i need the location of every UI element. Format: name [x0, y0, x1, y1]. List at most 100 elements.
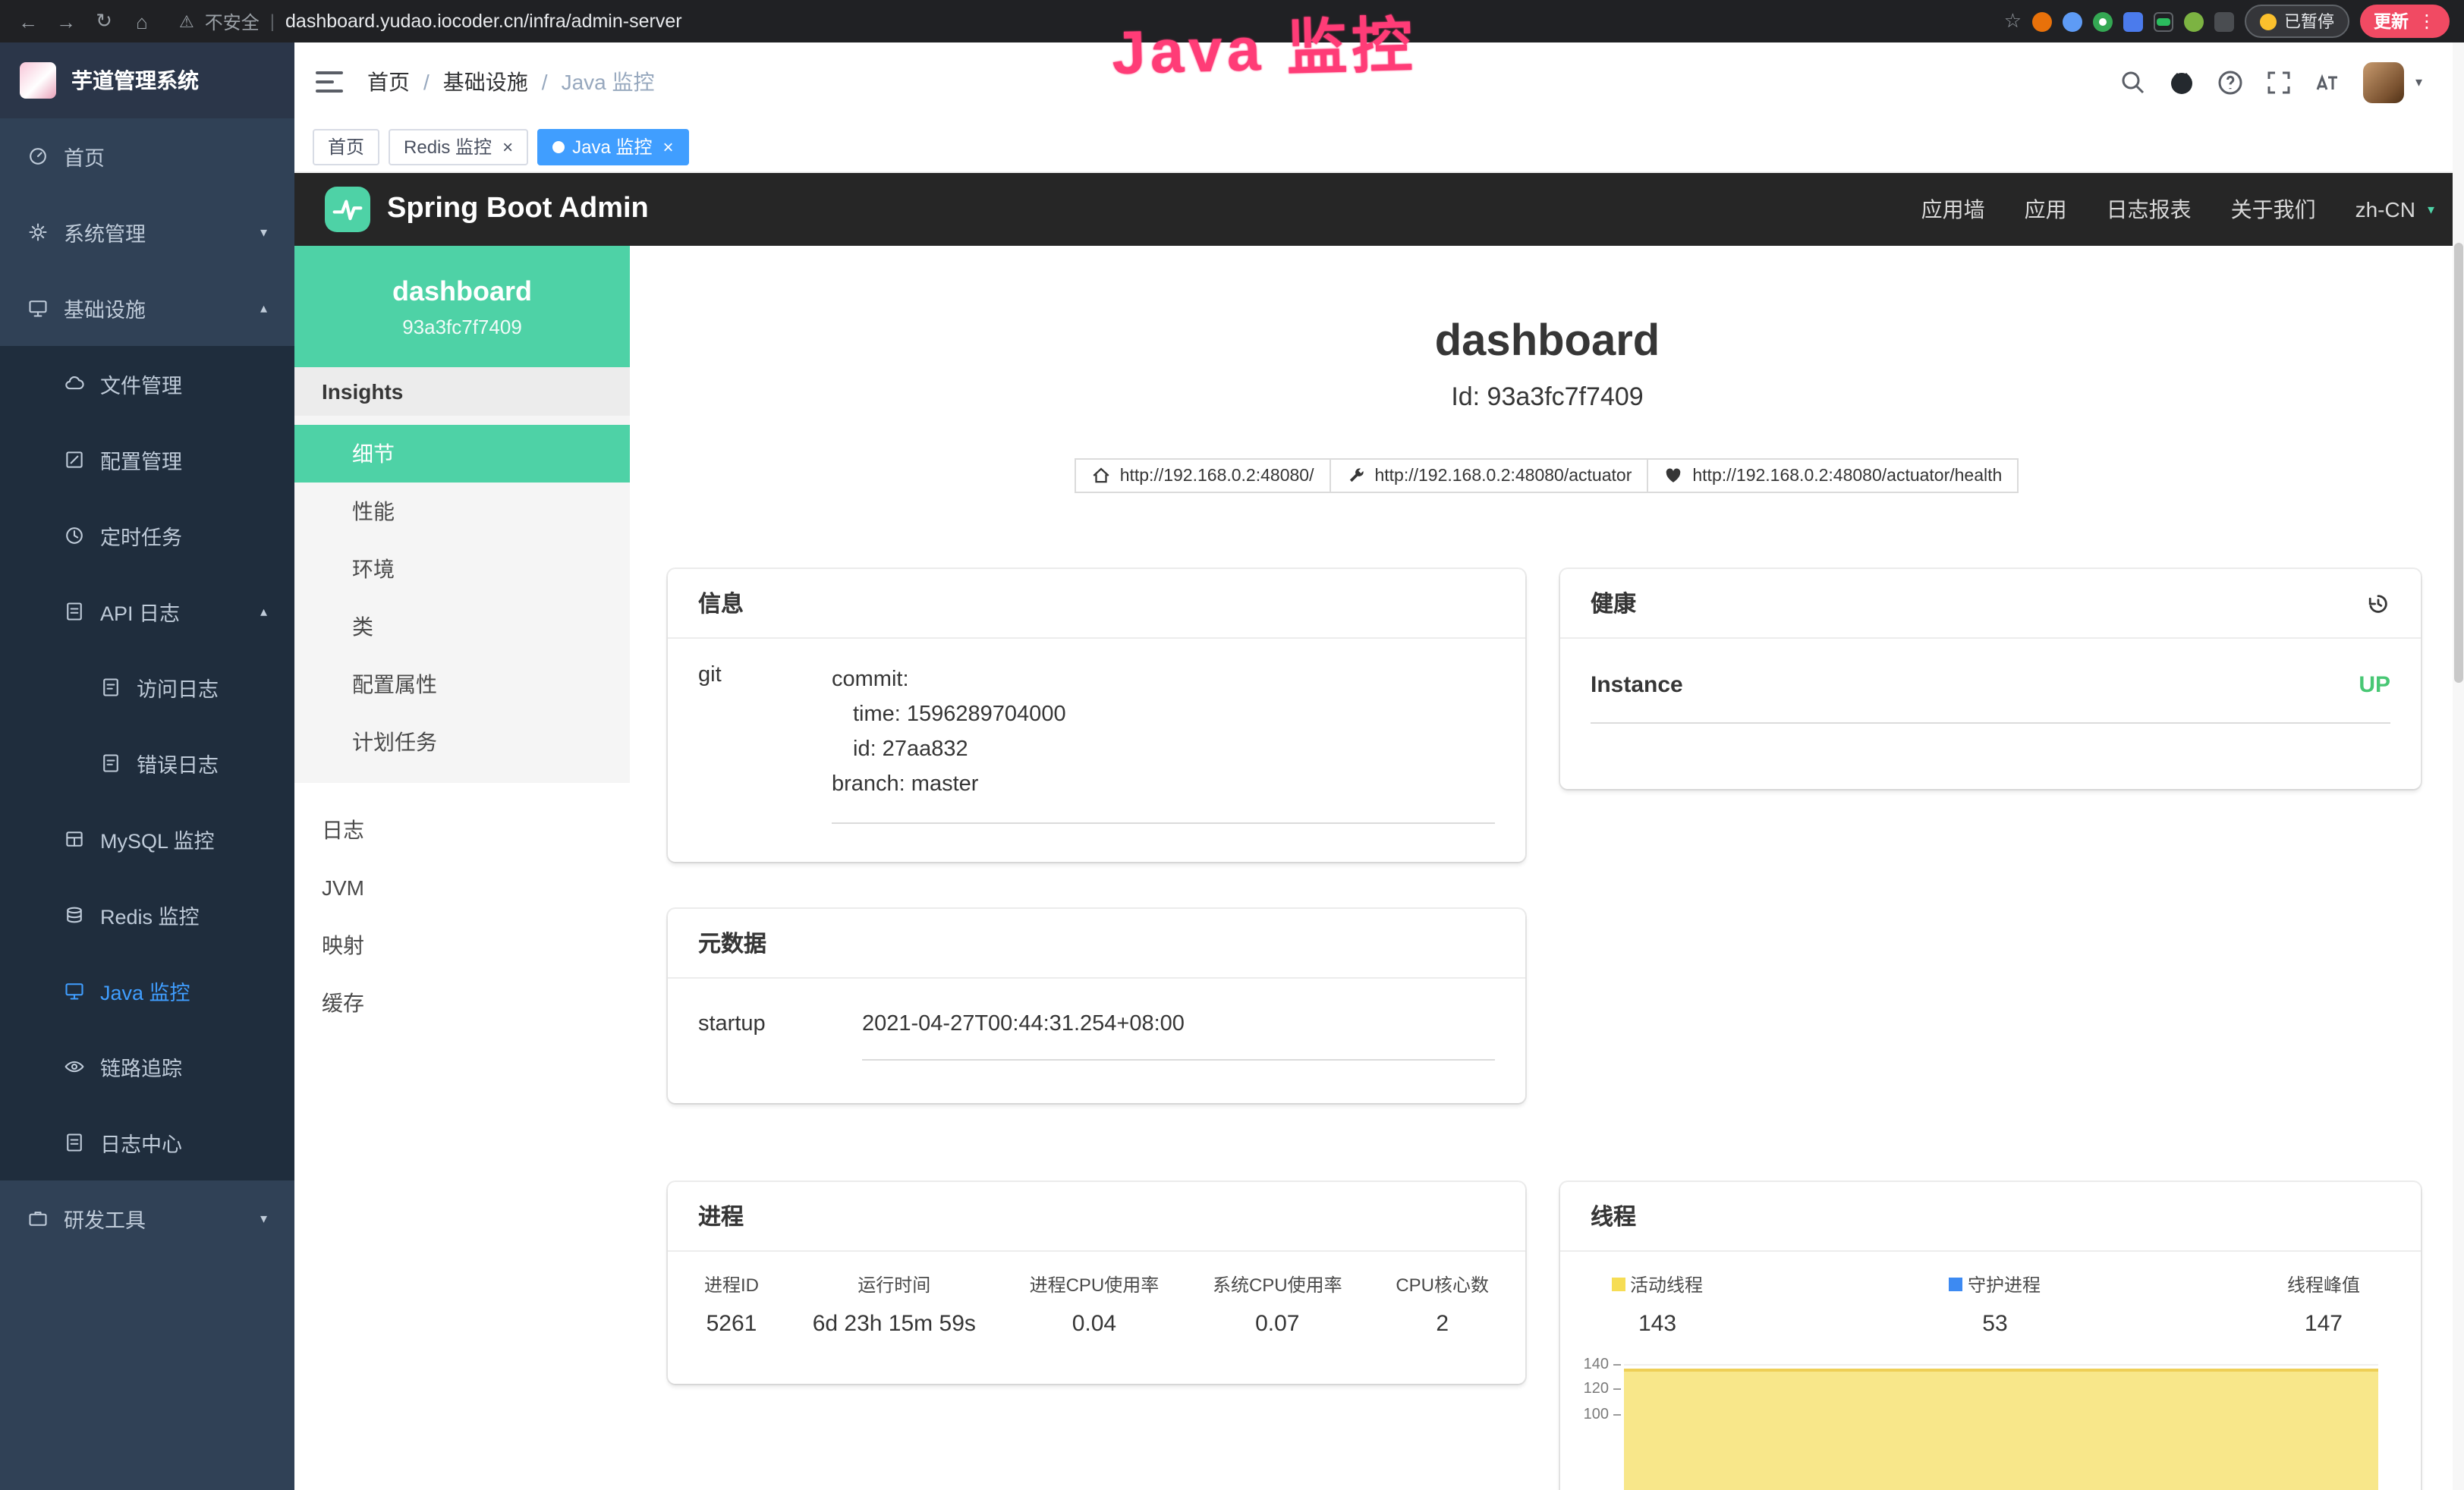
close-icon[interactable]: × [662, 137, 673, 156]
process-col-label: 系统CPU使用率 [1213, 1272, 1342, 1297]
breadcrumb-section[interactable]: 基础设施 [443, 67, 528, 97]
sba-item-scheduled[interactable]: 计划任务 [294, 713, 630, 771]
info-line: id: 27aa832 [832, 733, 1495, 768]
tab-java[interactable]: Java 监控 × [537, 128, 688, 165]
sba-brand[interactable]: Spring Boot Admin [387, 193, 649, 226]
info-line: branch: master [832, 768, 1495, 803]
card-title: 进程 [698, 1200, 744, 1232]
font-size-icon[interactable] [2315, 69, 2341, 95]
sba-logo-icon[interactable] [325, 187, 370, 232]
sba-lang-select[interactable]: zh-CN [2355, 197, 2415, 222]
sidebar-item-config[interactable]: 配置管理 [0, 422, 294, 498]
sba-nav-applications[interactable]: 应用 [2025, 194, 2067, 225]
sidebar-item-system[interactable]: 系统管理 ▾ [0, 194, 294, 270]
instance-name: dashboard [392, 275, 532, 307]
chevron-down-icon: ▾ [2428, 201, 2434, 218]
paused-badge[interactable]: 已暂停 [2245, 5, 2349, 38]
sidebar-item-devtools[interactable]: 研发工具 ▾ [0, 1180, 294, 1256]
extension-icon[interactable] [2123, 11, 2143, 31]
extension-icon[interactable] [2032, 11, 2052, 31]
health-instance-row[interactable]: Instance UP [1591, 672, 2390, 724]
sba-item-metrics[interactable]: 性能 [294, 483, 630, 540]
instance-block[interactable]: dashboard 93a3fc7f7409 [294, 246, 630, 367]
sba-nav-journal[interactable]: 日志报表 [2107, 194, 2192, 225]
sidebar-item-java[interactable]: Java 监控 [0, 953, 294, 1029]
extension-icon[interactable] [2093, 11, 2113, 31]
sidebar-item-log-center[interactable]: 日志中心 [0, 1105, 294, 1180]
sba-item-configprops[interactable]: 配置属性 [294, 655, 630, 713]
sidebar-item-mysql[interactable]: MySQL 监控 [0, 801, 294, 877]
threads-chart: 140 120 100 [1560, 1350, 2421, 1490]
threads-legend: 活动线程 143 守护进程 53 线程峰值 147 [1560, 1252, 2421, 1337]
back-icon[interactable]: ← [15, 10, 41, 33]
sba-item-env[interactable]: 环境 [294, 540, 630, 598]
sidebar-item-access-log[interactable]: 访问日志 [0, 649, 294, 725]
close-icon[interactable]: × [502, 137, 513, 156]
search-icon[interactable] [2121, 69, 2147, 95]
sba-item-caches[interactable]: 缓存 [294, 974, 630, 1032]
sba-nav-about[interactable]: 关于我们 [2231, 194, 2316, 225]
link-actuator-url[interactable]: http://192.168.0.2:48080/actuator [1329, 458, 1648, 493]
instance-id: 93a3fc7f7409 [402, 315, 522, 338]
reload-icon[interactable]: ↻ [91, 9, 117, 33]
sba-nav-wall[interactable]: 应用墙 [1921, 194, 1985, 225]
sba-item-classes[interactable]: 类 [294, 598, 630, 655]
avatar[interactable] [2364, 61, 2405, 102]
chevron-up-icon: ▴ [260, 300, 267, 316]
threads-card: 线程 活动线程 143 守护进程 53 [1560, 1182, 2421, 1490]
log-center-icon [64, 1132, 85, 1153]
forward-icon[interactable]: → [53, 10, 79, 33]
extension-icon[interactable] [2063, 11, 2082, 31]
sidebar-item-tracing[interactable]: 链路追踪 [0, 1029, 294, 1105]
sidebar-item-label: API 日志 [100, 596, 180, 627]
sidebar-item-files[interactable]: 文件管理 [0, 346, 294, 422]
link-health-url[interactable]: http://192.168.0.2:48080/actuator/health [1647, 458, 2019, 493]
doc-icon [100, 753, 121, 774]
github-icon[interactable] [2170, 69, 2195, 95]
sba-item-mappings[interactable]: 映射 [294, 916, 630, 974]
scrollbar[interactable] [2453, 42, 2464, 1490]
sidebar-item-home[interactable]: 首页 [0, 118, 294, 194]
sidebar-item-jobs[interactable]: 定时任务 [0, 498, 294, 574]
sba-item-jvm[interactable]: JVM [294, 859, 630, 916]
sidebar-item-error-log[interactable]: 错误日志 [0, 725, 294, 801]
extension-icon[interactable] [2184, 11, 2204, 31]
sidebar-item-infra[interactable]: 基础设施 ▴ [0, 270, 294, 346]
sba-item-details[interactable]: 细节 [294, 425, 630, 483]
sba-item-logfile[interactable]: 日志 [294, 801, 630, 859]
scrollbar-thumb[interactable] [2454, 243, 2463, 683]
sidebar-item-api-log[interactable]: API 日志 ▴ [0, 574, 294, 649]
wrench-icon [1345, 466, 1365, 486]
help-icon[interactable] [2218, 69, 2244, 95]
update-button[interactable]: 更新 ⋮ [2360, 5, 2450, 38]
admin-sidebar: 芋道管理系统 首页 系统管理 ▾ 基础设施 ▴ [0, 42, 294, 1490]
history-icon[interactable] [2366, 591, 2390, 615]
sidebar-item-redis[interactable]: Redis 监控 [0, 877, 294, 953]
link-base-url[interactable]: http://192.168.0.2:48080/ [1075, 458, 1331, 493]
fullscreen-icon[interactable] [2267, 69, 2292, 95]
address-bar[interactable]: ⚠ 不安全 | dashboard.yudao.iocoder.cn/infra… [179, 8, 682, 34]
extensions-puzzle-icon[interactable] [2214, 11, 2234, 31]
card-title: 线程 [1591, 1200, 1636, 1232]
bookmark-star-icon[interactable]: ☆ [2004, 9, 2022, 33]
app-logo-row[interactable]: 芋道管理系统 [0, 42, 294, 118]
security-label[interactable]: 不安全 [205, 8, 260, 34]
extension-icon[interactable] [2154, 11, 2173, 31]
url-text[interactable]: dashboard.yudao.iocoder.cn/infra/admin-s… [285, 11, 682, 32]
process-col-value: 0.04 [1030, 1311, 1160, 1337]
sidebar-item-label: 系统管理 [64, 217, 146, 247]
breadcrumb-home[interactable]: 首页 [367, 67, 410, 97]
timer-icon [64, 525, 85, 546]
home-icon[interactable]: ⌂ [129, 10, 155, 33]
smiley-icon [2260, 13, 2277, 30]
warning-icon[interactable]: ⚠ [179, 11, 194, 31]
process-col-label: CPU核心数 [1396, 1272, 1489, 1297]
instance-title: dashboard [630, 316, 2464, 367]
hamburger-icon[interactable] [316, 70, 343, 94]
caret-down-icon[interactable]: ▾ [2415, 74, 2422, 90]
sidebar-item-label: Redis 监控 [100, 900, 200, 930]
breadcrumb-separator: / [542, 70, 548, 94]
health-instance-label: Instance [1591, 672, 1683, 698]
tab-home[interactable]: 首页 [313, 128, 379, 165]
tab-redis[interactable]: Redis 监控 × [389, 128, 528, 165]
